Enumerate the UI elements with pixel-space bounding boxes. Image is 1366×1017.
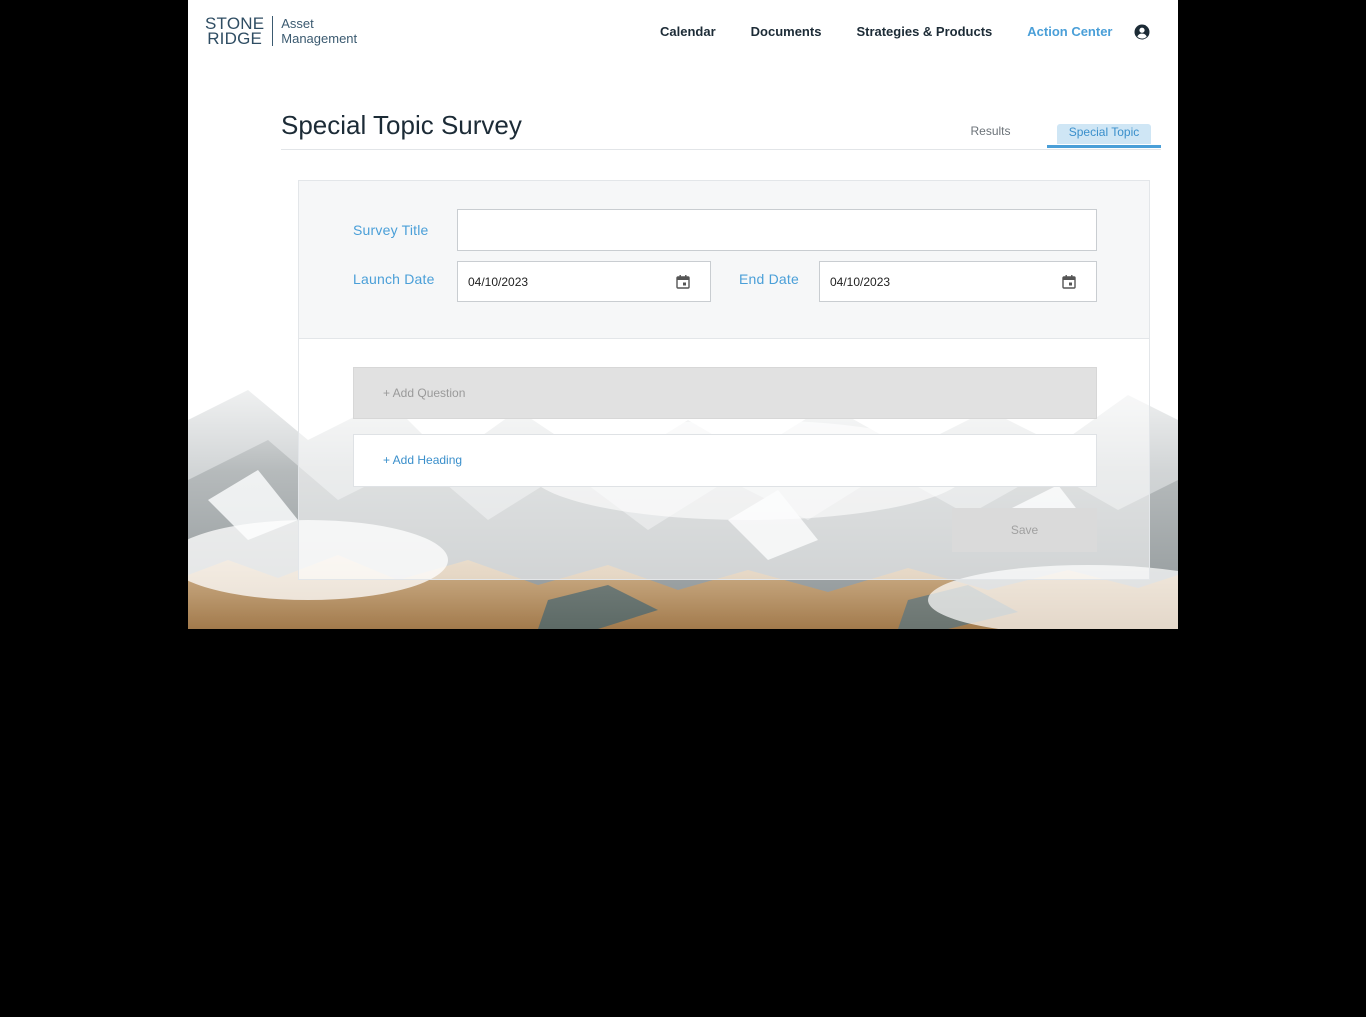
launch-date-value: 04/10/2023 (468, 275, 529, 289)
nav-documents[interactable]: Documents (751, 24, 822, 39)
launch-date-label: Launch Date (353, 271, 435, 287)
top-nav: Calendar Documents Strategies & Products… (660, 24, 1148, 39)
page-title: Special Topic Survey (281, 110, 522, 140)
save-button[interactable]: Save (952, 508, 1097, 552)
tab-special-topic-label: Special Topic (1068, 125, 1140, 139)
survey-title-input[interactable] (457, 209, 1097, 251)
logo-divider (272, 16, 274, 46)
nav-strategies-products[interactable]: Strategies & Products (856, 24, 992, 39)
logo-mark: STONE RIDGE (205, 15, 264, 48)
survey-details-section: Survey Title Launch Date 04/10/2023 End … (299, 181, 1149, 339)
add-heading-button[interactable]: + Add Heading (353, 434, 1097, 487)
calendar-icon[interactable] (675, 274, 691, 290)
tab-active-underline (1047, 145, 1161, 148)
tab-results[interactable]: Results (958, 124, 1023, 138)
calendar-icon[interactable] (1061, 274, 1077, 290)
app-window: STONE RIDGE Asset Management Calendar Do… (188, 0, 1178, 629)
title-divider (281, 149, 1161, 150)
logo-sub-line-1: Asset (281, 16, 314, 31)
logo-sub-line-2: Management (281, 31, 358, 46)
logo-subtitle: Asset Management (281, 16, 357, 46)
logo-line-2: RIDGE (207, 29, 263, 48)
end-date-label: End Date (739, 271, 799, 287)
end-date-value: 04/10/2023 (830, 275, 891, 289)
nav-calendar[interactable]: Calendar (660, 24, 716, 39)
nav-action-center[interactable]: Action Center (1027, 24, 1112, 39)
tab-special-topic[interactable]: Special Topic (1047, 122, 1161, 148)
end-date-input[interactable]: 04/10/2023 (819, 261, 1097, 302)
stone-ridge-logo[interactable]: STONE RIDGE Asset Management (205, 14, 357, 48)
add-question-label: + Add Question (383, 386, 466, 400)
survey-form-card: Survey Title Launch Date 04/10/2023 End … (298, 180, 1150, 580)
launch-date-input[interactable]: 04/10/2023 (457, 261, 711, 302)
user-circle-icon[interactable] (1134, 24, 1150, 40)
survey-title-label: Survey Title (353, 222, 429, 238)
add-heading-label: + Add Heading (383, 453, 463, 467)
add-question-button[interactable]: + Add Question (353, 367, 1097, 419)
